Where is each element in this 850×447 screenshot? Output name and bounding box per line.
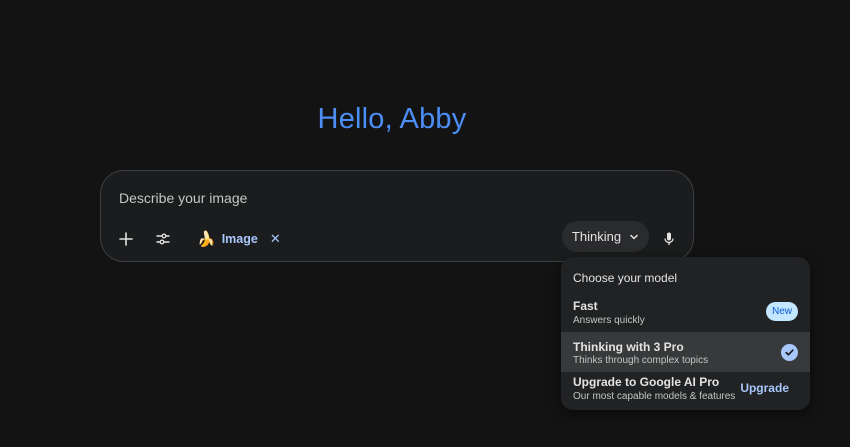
image-chip-label: Image (221, 232, 258, 246)
upgrade-button[interactable]: Upgrade (740, 381, 789, 395)
menu-item-title: Thinking with 3 Pro (573, 340, 684, 354)
tune-icon (156, 233, 170, 245)
menu-item-title: Upgrade to Google AI Pro (573, 375, 720, 389)
check-icon (781, 344, 798, 361)
plus-icon (119, 232, 133, 246)
greeting-title: Hello, Abby (317, 103, 467, 135)
prompt-input[interactable] (119, 187, 539, 209)
new-badge: New (766, 302, 798, 321)
menu-item-thinking-pro[interactable]: Thinking with 3 Pro Thinks through compl… (561, 332, 810, 372)
add-button[interactable] (110, 223, 142, 255)
menu-item-fast[interactable]: Fast Answers quickly New (561, 296, 810, 336)
menu-item-subtitle: Our most capable models & features (573, 391, 736, 402)
mic-button[interactable] (653, 223, 685, 255)
menu-item-upgrade[interactable]: Upgrade to Google AI Pro Our most capabl… (561, 372, 810, 412)
model-picker-label: Thinking (571, 229, 622, 244)
menu-item-subtitle: Answers quickly (573, 315, 645, 326)
model-picker-button[interactable]: Thinking (562, 221, 649, 252)
image-tool-chip[interactable]: 🍌 Image ✕ (189, 225, 289, 253)
chevron-down-icon (630, 234, 638, 239)
menu-item-subtitle: Thinks through complex topics (573, 355, 709, 366)
banana-icon: 🍌 (197, 230, 216, 248)
menu-item-title: Fast (573, 299, 598, 313)
prompt-composer: 🍌 Image ✕ Thinking (100, 170, 694, 262)
gemini-page: Hello, Abby 🍌 Image ✕ Thinking (0, 0, 850, 447)
mic-icon (664, 232, 674, 245)
menu-heading: Choose your model (573, 271, 678, 285)
tools-button[interactable] (147, 223, 179, 255)
model-menu: Choose your model Fast Answers quickly N… (561, 257, 810, 410)
close-icon[interactable]: ✕ (270, 231, 281, 247)
